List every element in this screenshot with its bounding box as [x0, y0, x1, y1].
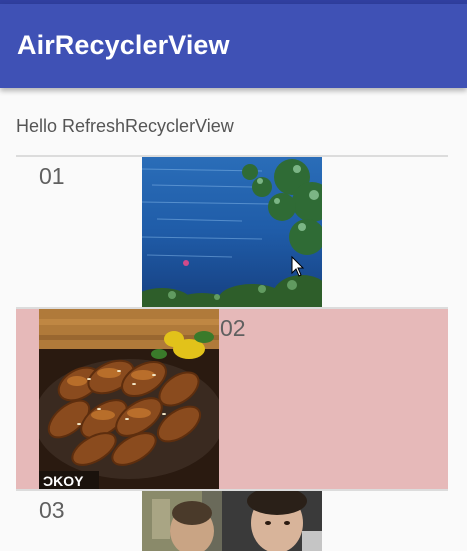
person-photo[interactable] [142, 491, 322, 551]
list-item[interactable]: 03 [16, 491, 448, 551]
app-bar: AirRecyclerView [0, 4, 467, 88]
header-text: Hello RefreshRecyclerView [16, 116, 234, 136]
svg-text:ƆKOY: ƆKOY [43, 473, 84, 489]
lake-photo[interactable] [142, 157, 322, 307]
item-number: 01 [39, 163, 65, 189]
grilled-chicken-photo[interactable]: ƆKOY [39, 309, 219, 489]
list-item[interactable]: 01 [16, 157, 448, 307]
screen: AirRecyclerView Hello RefreshRecyclerVie… [0, 0, 467, 551]
item-number: 03 [39, 497, 65, 523]
app-title: AirRecyclerView [17, 30, 230, 60]
item-number: 02 [220, 315, 246, 341]
list-item-selected[interactable]: ƆKOY 02 [16, 309, 448, 489]
